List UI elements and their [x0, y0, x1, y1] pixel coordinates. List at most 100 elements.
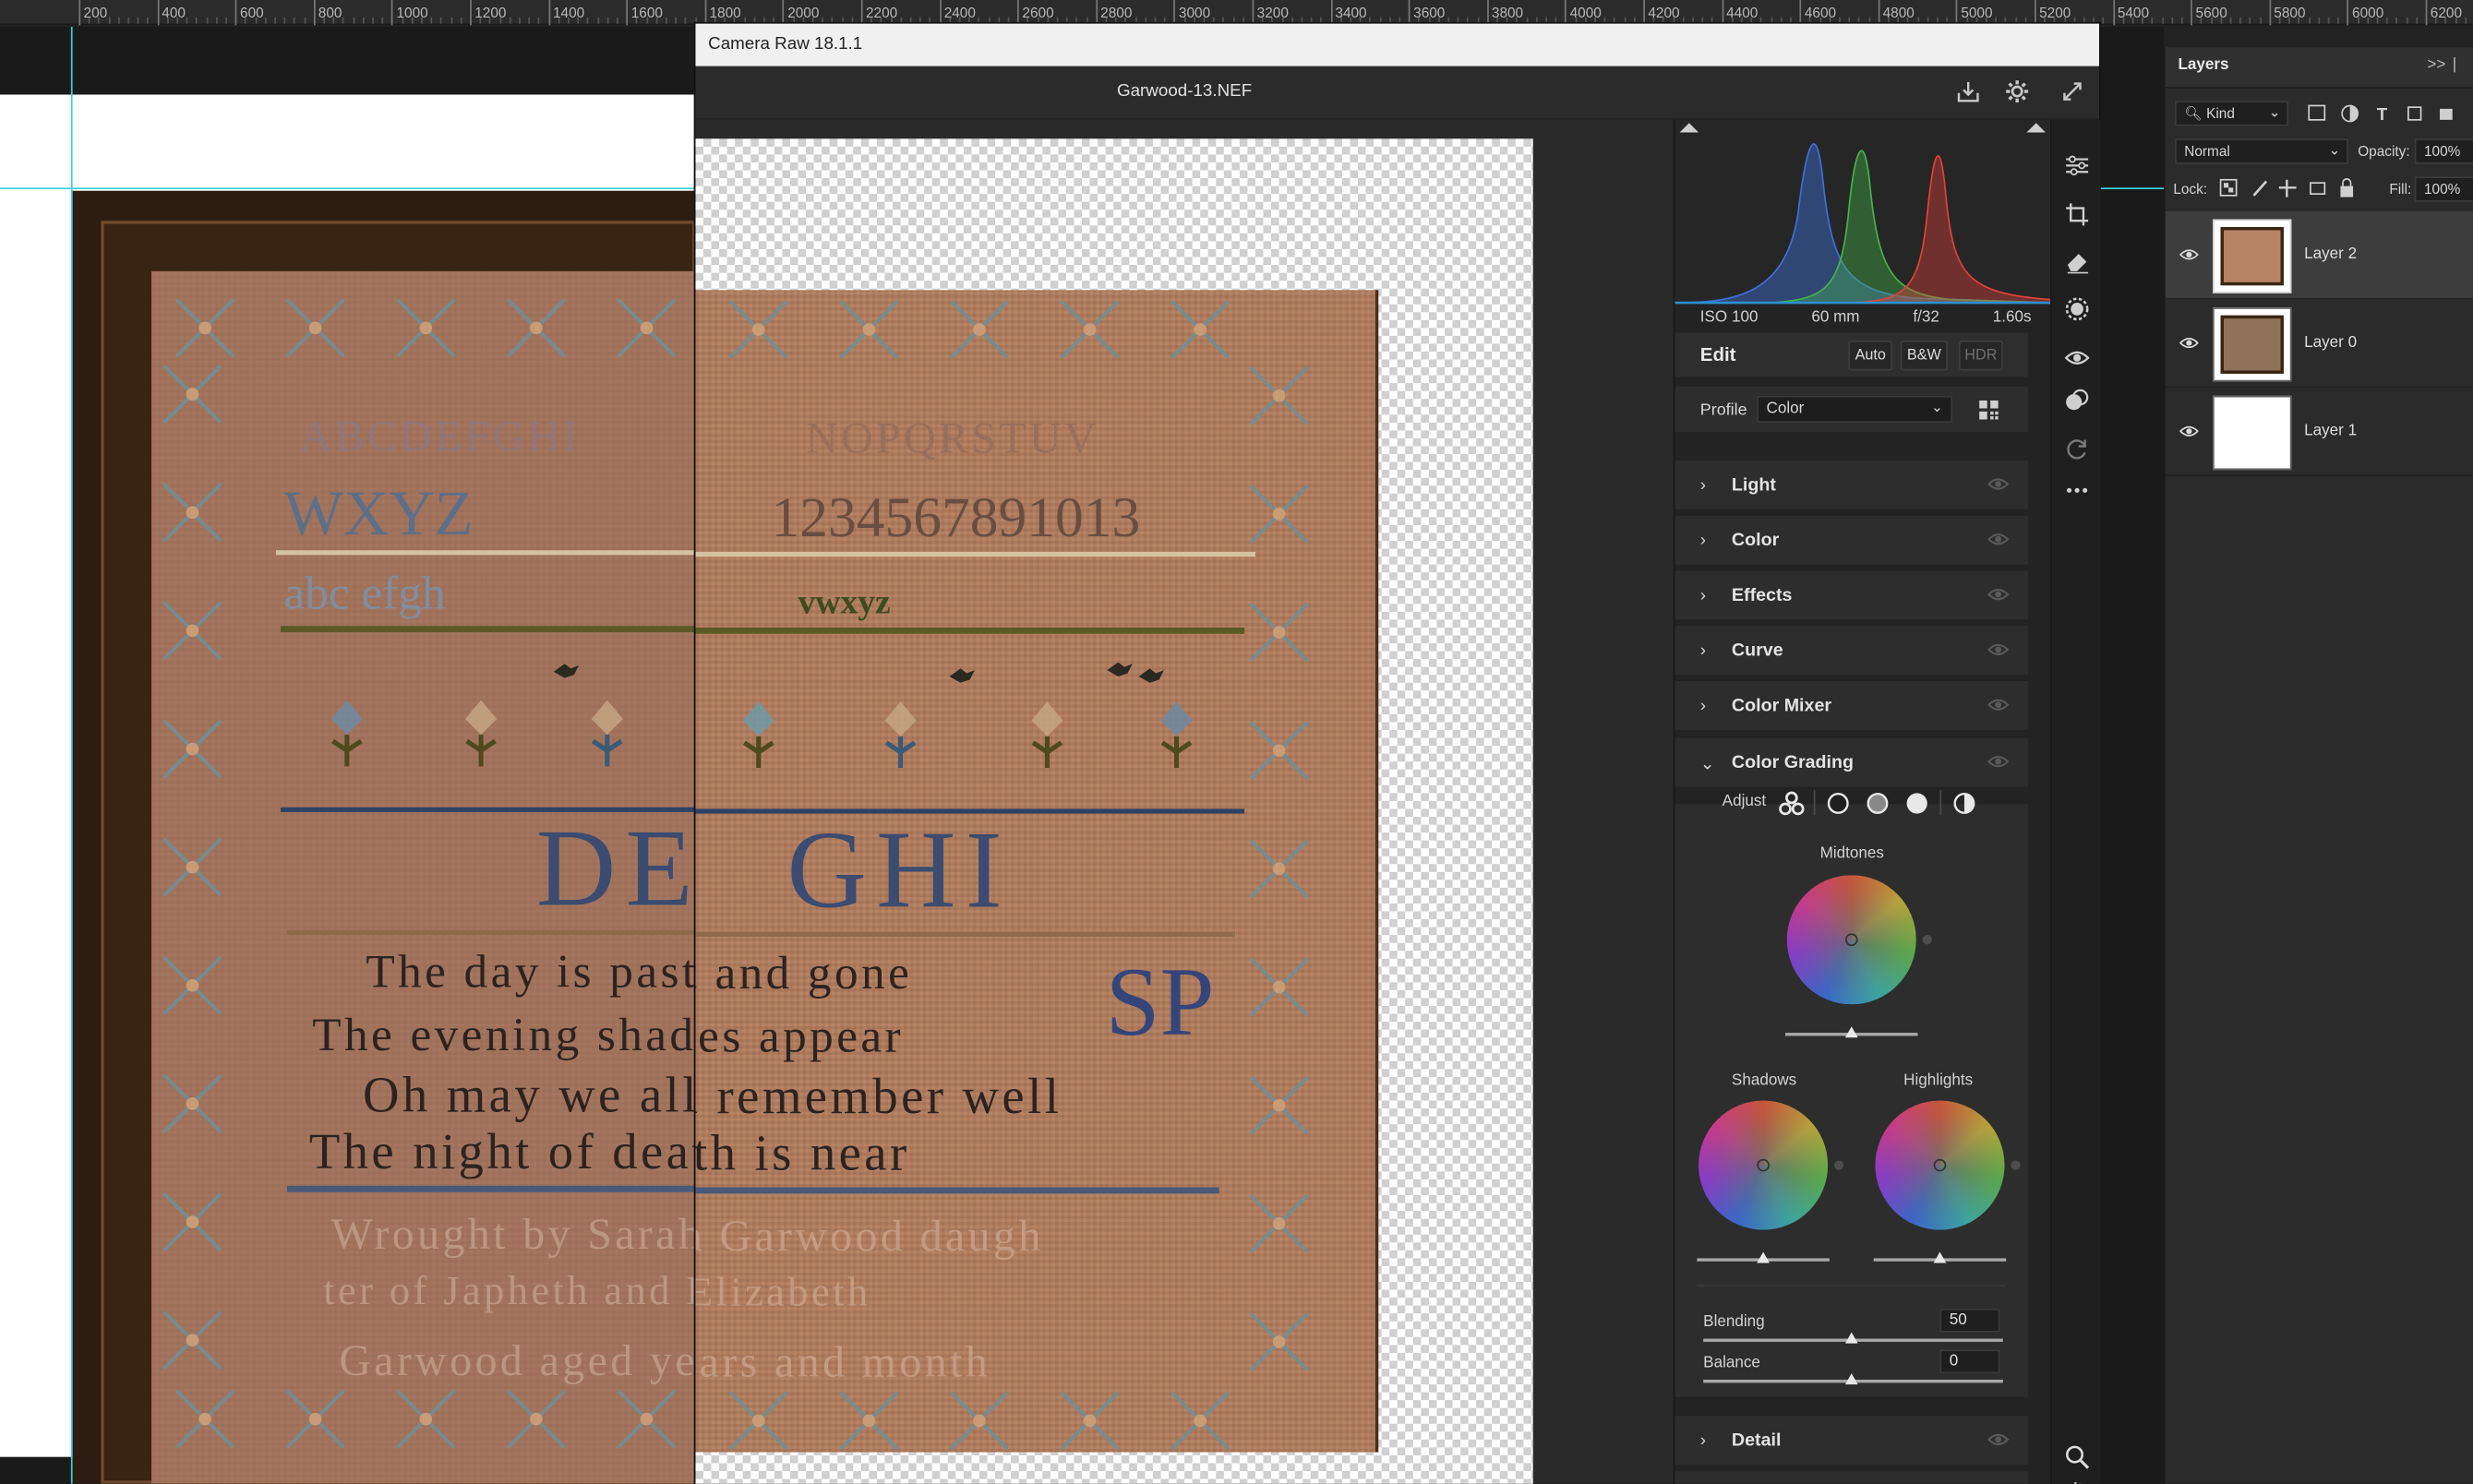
shadows-wheel-icon[interactable] [1826, 792, 1850, 816]
layers-tab[interactable]: Layers >> | [2165, 47, 2473, 89]
visibility-icon[interactable] [1987, 697, 2010, 712]
section-color-mixer[interactable]: › Color Mixer [1675, 679, 2029, 731]
eye-icon[interactable] [2179, 247, 2199, 261]
layer-name[interactable]: Layer 2 [2304, 246, 2357, 264]
chevron-right-icon: › [1699, 641, 1707, 661]
slider-thumb[interactable] [1844, 1373, 1858, 1385]
slider-thumb[interactable] [1844, 1332, 1858, 1344]
visibility-icon[interactable] [1987, 532, 2010, 547]
layer-thumbnail[interactable] [2213, 219, 2292, 293]
section-detail[interactable]: › Detail [1675, 1414, 2029, 1466]
balance-value-field[interactable]: 0 [1939, 1349, 2000, 1374]
gear-icon[interactable] [2003, 78, 2032, 107]
section-color[interactable]: › Color [1675, 513, 2029, 565]
snapshot-icon[interactable] [2063, 437, 2092, 465]
layer-thumbnail[interactable] [2213, 307, 2292, 382]
presets-icon[interactable] [2063, 388, 2092, 416]
layer-row[interactable]: Layer 1 [2165, 388, 2473, 476]
mask-icon[interactable] [2063, 296, 2092, 325]
layer-thumbnail[interactable] [2213, 395, 2292, 471]
layer-name[interactable]: Layer 1 [2304, 423, 2357, 440]
sampler-embroidery-right: NOPQRSTUV 1234567891013 vwxyz GHI The day is… [695, 120, 1378, 1484]
sampler-embroidery-left: ABCDEFGHI WXYZ abc efgh DEF The day is past … [0, 0, 696, 1484]
blending-value-field[interactable]: 50 [1939, 1309, 2000, 1333]
wheel-handle[interactable] [1933, 1158, 1947, 1172]
eye-icon[interactable] [2179, 336, 2199, 350]
vine-motif [839, 299, 899, 360]
wheel-handle[interactable] [1844, 933, 1858, 947]
auto-button[interactable]: Auto [1848, 341, 1893, 371]
layer-name[interactable]: Layer 0 [2304, 334, 2357, 352]
vine-motif [949, 1391, 1010, 1451]
section-color-grading[interactable]: ⌄ Color Grading [1675, 736, 2029, 787]
three-way-icon[interactable] [1777, 790, 1806, 819]
faded-text: ter of Japheth and Elizabeth [695, 1269, 871, 1315]
ruler-minor-tick [2444, 17, 2447, 24]
save-icon[interactable] [1954, 78, 1983, 107]
slider-thumb[interactable] [1757, 1251, 1770, 1263]
blend-mode-select[interactable]: Normal ⌄ [2175, 138, 2348, 164]
layer-filter-select[interactable]: 🔍︎ Kind ⌄ [2175, 101, 2289, 126]
file-name: Garwood-13.NEF [1116, 81, 1253, 102]
chevron-right-icon: › [1699, 475, 1707, 496]
zoom-icon[interactable] [2063, 1444, 2092, 1473]
filter-icons[interactable]: T [2308, 104, 2459, 124]
visibility-icon[interactable] [1987, 476, 2010, 492]
vine-motif [162, 483, 222, 543]
layer-row[interactable]: Layer 0 [2165, 300, 2473, 389]
eye-icon[interactable] [2179, 425, 2199, 438]
sliders-icon[interactable] [2063, 153, 2092, 182]
hdr-button[interactable]: HDR [1958, 341, 2003, 371]
bw-button[interactable]: B&W [1900, 341, 1948, 371]
filter-value: Kind [2206, 105, 2235, 122]
profile-row: Profile Color ⌄ [1675, 386, 2029, 433]
visibility-icon[interactable] [1987, 641, 2010, 657]
ruler-minor-tick [2327, 17, 2330, 24]
flower-motif [591, 700, 623, 767]
slider-thumb[interactable] [1933, 1251, 1947, 1263]
vine-motif [1249, 957, 1309, 1017]
global-wheel-icon[interactable] [1952, 792, 1976, 816]
midtones-color-wheel[interactable] [1786, 875, 1916, 1005]
embroidered-border-line [281, 626, 696, 633]
section-label: Color Mixer [1731, 697, 1832, 716]
ruler-minor-tick [2180, 17, 2183, 24]
ruler-minor-tick [2249, 17, 2251, 24]
vine-motif [506, 298, 566, 358]
highlights-color-wheel[interactable] [1875, 1100, 2005, 1230]
verse-text: Oh may we all remember well [695, 1067, 1062, 1125]
midtones-wheel-icon[interactable] [1866, 792, 1890, 816]
fill-field[interactable]: 100% [2414, 176, 2473, 202]
shadows-color-wheel[interactable] [1699, 1100, 1829, 1230]
image-preview[interactable]: NOPQRSTUV 1234567891013 vwxyz GHI The day is… [695, 119, 1674, 1484]
redeye-icon[interactable] [2063, 345, 2092, 374]
more-icon[interactable] [2063, 478, 2092, 507]
layer-row[interactable]: Layer 2 [2165, 210, 2473, 300]
wheel-handle[interactable] [1757, 1158, 1770, 1172]
section-curve[interactable]: › Curve [1675, 624, 2029, 676]
guide-horizontal-right[interactable] [2100, 187, 2165, 190]
eraser-icon[interactable] [2063, 249, 2092, 278]
visibility-icon[interactable] [1987, 754, 2010, 770]
opacity-field[interactable]: 100% [2414, 138, 2473, 164]
ruler-minor-tick [2308, 17, 2311, 24]
ruler-minor-tick [2465, 17, 2467, 24]
profile-select[interactable]: Color ⌄ [1757, 395, 1953, 423]
hand-icon[interactable] [2063, 1479, 2092, 1484]
ruler-tick: 5600 [2191, 0, 2227, 26]
layers-panel: Layers >> | 🔍︎ Kind ⌄ T Normal ⌄ Opacity… [2164, 47, 2473, 1484]
section-light[interactable]: › Light [1675, 459, 2029, 509]
crop-icon[interactable] [2063, 202, 2092, 231]
visibility-icon[interactable] [1987, 587, 2010, 603]
lock-icons[interactable] [2219, 178, 2361, 198]
ruler-minor-tick [2298, 17, 2300, 24]
panel-menu-icon[interactable]: | [2453, 57, 2456, 75]
collapse-icon[interactable]: >> [2427, 57, 2445, 75]
section-effects[interactable]: › Effects [1675, 568, 2029, 620]
section-optics[interactable]: ›Optics [1675, 1469, 2029, 1484]
slider-thumb[interactable] [1844, 1026, 1858, 1038]
highlights-wheel-icon[interactable] [1905, 792, 1929, 816]
visibility-icon[interactable] [1987, 1431, 2010, 1447]
fullscreen-icon[interactable] [2059, 78, 2087, 107]
profile-browser-icon[interactable] [1977, 399, 1999, 421]
